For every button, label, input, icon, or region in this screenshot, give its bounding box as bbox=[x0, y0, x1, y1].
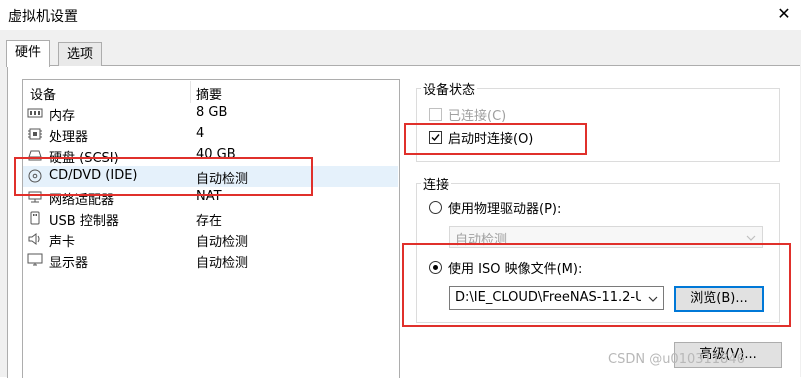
column-header-device[interactable]: 设备 bbox=[30, 84, 56, 103]
highlight-box-cd-dvd bbox=[14, 157, 313, 196]
connection-title: 连接 bbox=[421, 174, 452, 193]
device-row-memory[interactable]: 内存 8 GB bbox=[23, 103, 398, 124]
monitor-icon bbox=[27, 253, 43, 266]
memory-icon bbox=[27, 108, 43, 118]
device-name: 处理器 bbox=[49, 130, 89, 145]
device-summary: 4 bbox=[196, 126, 205, 141]
highlight-box-iso bbox=[402, 243, 791, 327]
speaker-icon bbox=[28, 233, 40, 245]
tab-options[interactable]: 选项 bbox=[58, 42, 103, 66]
connected-label: 已连接(C) bbox=[448, 109, 507, 124]
title-bar bbox=[0, 0, 801, 30]
column-header-summary[interactable]: 摘要 bbox=[196, 84, 222, 103]
device-summary: 自动检测 bbox=[196, 256, 249, 271]
tab-hardware[interactable]: 硬件 bbox=[6, 40, 51, 67]
device-row-processor[interactable]: 处理器 4 bbox=[23, 124, 398, 145]
device-name: 声卡 bbox=[49, 235, 76, 250]
device-summary: 存在 bbox=[196, 214, 223, 229]
cpu-icon bbox=[28, 128, 42, 140]
window-title: 虚拟机设置 bbox=[8, 9, 78, 25]
column-divider bbox=[190, 81, 191, 103]
physical-drive-radio[interactable] bbox=[429, 201, 442, 214]
device-name: USB 控制器 bbox=[49, 214, 119, 229]
chevron-down-icon bbox=[746, 235, 756, 241]
device-summary: 8 GB bbox=[196, 105, 228, 120]
connected-checkbox[interactable] bbox=[429, 108, 442, 121]
device-name: 显示器 bbox=[49, 256, 89, 271]
usb-icon bbox=[30, 211, 40, 225]
highlight-box-power-on bbox=[404, 123, 587, 155]
physical-drive-label: 使用物理驱动器(P): bbox=[448, 202, 562, 217]
device-summary: 自动检测 bbox=[196, 235, 249, 250]
device-row-usb[interactable]: USB 控制器 存在 bbox=[23, 208, 398, 229]
device-row-sound-card[interactable]: 声卡 自动检测 bbox=[23, 229, 398, 250]
device-row-display[interactable]: 显示器 自动检测 bbox=[23, 250, 398, 271]
close-icon[interactable]: ✕ bbox=[772, 2, 796, 26]
watermark: CSDN @u010311846 bbox=[608, 352, 745, 367]
device-status-title: 设备状态 bbox=[421, 79, 478, 98]
device-name: 内存 bbox=[49, 109, 76, 124]
